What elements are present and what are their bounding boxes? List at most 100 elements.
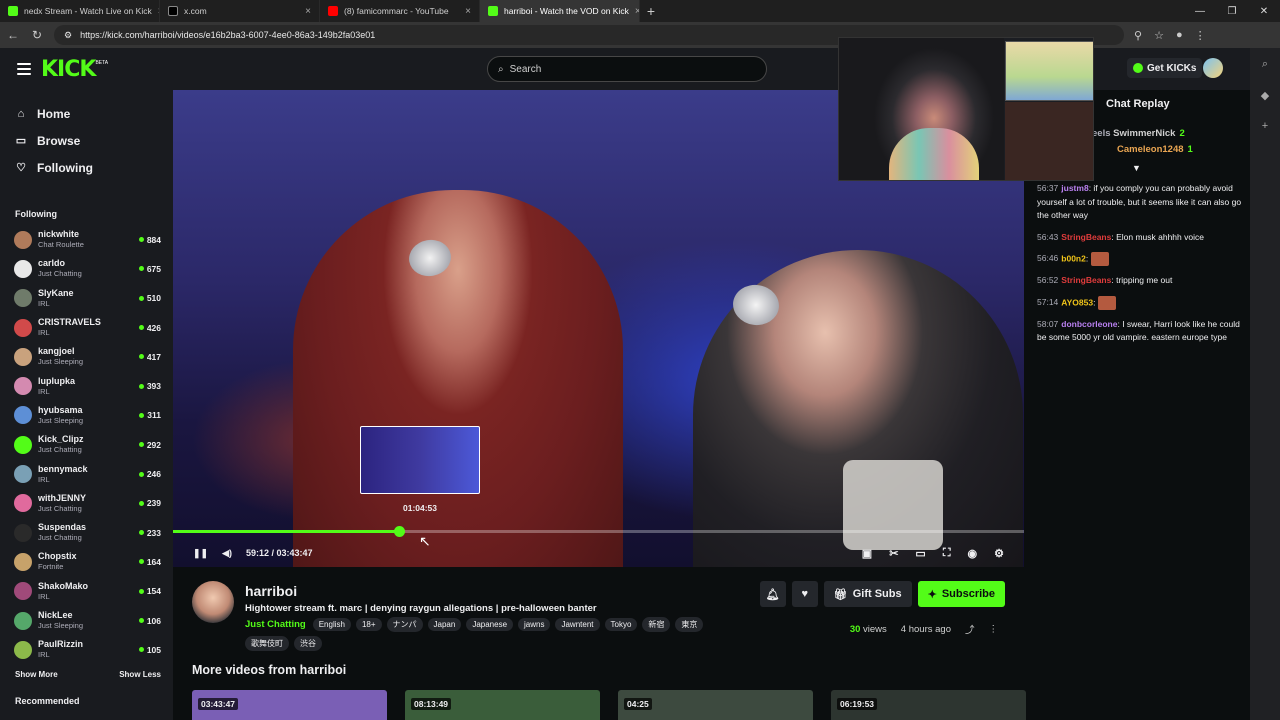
video-thumbnail[interactable]: 08:13:49 [405,690,600,720]
video-tag[interactable]: Japan [427,618,462,631]
maximize-icon[interactable]: ❐ [1216,0,1248,22]
viewer-count: 675 [139,264,161,274]
message-username[interactable]: AYO853 [1061,297,1093,307]
heart-icon: ♡ [16,162,26,174]
kick-logo[interactable]: KICK [41,57,96,82]
back-icon[interactable]: ← [6,28,20,42]
seek-bar[interactable] [173,526,1024,537]
message-username[interactable]: StringBeans [1061,275,1111,285]
video-tag[interactable]: 新宿 [642,617,671,632]
sidebar-channel-item[interactable]: PaulRizzin IRL 105 [0,635,173,664]
nav-home[interactable]: ⌂ Home [15,100,173,127]
channel-name[interactable]: harriboi [245,583,297,599]
category-link[interactable]: Just Chatting [245,619,306,630]
sidebar-channel-item[interactable]: carldo Just Chatting 675 [0,254,173,283]
side-search-icon[interactable]: ⌕ [1262,58,1268,71]
gifter-name[interactable]: SwimmerNick [1113,128,1175,139]
message-username[interactable]: justm8 [1061,183,1088,193]
sidebar-channel-item[interactable]: Chopstix Fortnite 164 [0,547,173,576]
reload-icon[interactable]: ↻ [30,28,44,42]
browser-tab[interactable]: x.com × [160,0,320,22]
menu-icon[interactable]: ⋮ [1195,29,1206,42]
side-add-icon[interactable]: + [1262,120,1268,132]
video-tag[interactable]: 18+ [355,618,382,631]
theater-mode-icon[interactable]: ▭ [915,547,925,560]
video-tag[interactable]: ナンパ [386,617,423,632]
extension-icon[interactable]: ⚲ [1134,29,1142,42]
message-username[interactable]: donbcorleone [1061,319,1117,329]
close-tab-icon[interactable]: × [465,6,471,17]
new-tab-button[interactable]: + [640,0,662,22]
sidebar-channel-item[interactable]: CRISTRAVELS IRL 426 [0,313,173,342]
sidebar-channel-item[interactable]: bennymack IRL 246 [0,459,173,488]
show-more-button[interactable]: Show More [15,670,58,684]
sidebar-channel-item[interactable]: SlyKane IRL 510 [0,284,173,313]
message-username[interactable]: b00n2 [1061,253,1086,263]
subscribe-button[interactable]: ✦ Subscribe [917,581,1005,607]
show-less-button[interactable]: Show Less [119,670,161,684]
sidebar-channel-item[interactable]: Kick_Clipz Just Chatting 292 [0,430,173,459]
site-info-icon[interactable]: ⚙ [64,30,72,41]
follow-heart-button[interactable]: ♥ [791,581,818,607]
gifter-name[interactable]: Cameleon1248 [1117,144,1184,155]
chat-title: Chat Replay [1106,98,1170,110]
channel-text: hyubsama Just Sleeping [38,405,83,426]
sidebar-channel-item[interactable]: NickLee Just Sleeping 106 [0,606,173,635]
video-tag[interactable]: Tokyo [604,618,638,631]
bookmark-icon[interactable]: ☆ [1154,29,1164,42]
clip-icon[interactable]: ✂ [889,547,898,560]
message-username[interactable]: StringBeans [1061,232,1111,242]
viewer-count: 393 [139,381,161,391]
user-avatar[interactable] [1203,58,1223,78]
video-tag[interactable]: 渋谷 [294,636,322,651]
expand-gifters-icon[interactable]: ▼ [1132,163,1141,173]
fullscreen-icon[interactable]: ⛶ [943,547,951,560]
video-tag[interactable]: Japanese [466,618,514,631]
left-sidebar: ⌂ Home ▭ Browse ♡ Following Following nickw… [0,90,173,720]
side-shopping-icon[interactable]: ◆ [1261,89,1269,102]
get-kicks-button[interactable]: Get KICKs [1127,58,1203,78]
miniplayer-icon[interactable]: ▣ [862,547,872,560]
browser-tab[interactable]: nedx Stream - Watch Live on Kick× [0,0,160,22]
minimize-icon[interactable]: — [1184,0,1216,22]
notification-bell-button[interactable]: 🔔︎ [759,581,786,607]
video-tag[interactable]: 東京 [675,617,704,632]
nav-following[interactable]: ♡ Following [15,154,173,181]
more-options-icon[interactable]: ⋮ [989,624,999,635]
pause-icon[interactable]: ❚❚ [193,548,208,559]
sidebar-channel-item[interactable]: Suspendas Just Chatting 233 [0,518,173,547]
video-tag[interactable]: jawns [518,618,551,631]
sidebar-channel-item[interactable]: hyubsama Just Sleeping 311 [0,401,173,430]
main-navigation: ⌂ Home ▭ Browse ♡ Following [0,90,173,181]
profile-icon[interactable]: ● [1176,29,1183,42]
video-tag[interactable]: English [312,618,351,631]
close-tab-icon[interactable]: × [305,6,311,17]
channel-category: IRL [38,298,50,308]
sidebar-channel-item[interactable]: ShakoMako IRL 154 [0,577,173,606]
playback-speed-icon[interactable]: ◉ [968,547,978,560]
settings-icon[interactable]: ⚙ [994,547,1004,560]
sidebar-channel-item[interactable]: kangjoel Just Sleeping 417 [0,342,173,371]
gift-subs-button[interactable]: 🎁︎ Gift Subs [823,581,912,607]
sidebar-channel-item[interactable]: withJENNY Just Chatting 239 [0,489,173,518]
video-thumbnail[interactable]: 04:25 [618,690,813,720]
sidebar-channel-item[interactable]: nickwhite Chat Roulette 884 [0,225,173,254]
hamburger-menu-icon[interactable] [17,63,31,75]
video-thumbnail[interactable]: 03:43:47 [192,690,387,720]
share-icon[interactable]: ⤴ [965,622,975,636]
browser-tab[interactable]: (8) famicommarc - YouTube × [320,0,480,22]
tab-title: harriboi - Watch the VOD on Kick [504,6,629,16]
channel-avatar[interactable] [192,581,234,623]
nav-browse[interactable]: ▭ Browse [15,127,173,154]
browser-tab-active[interactable]: harriboi - Watch the VOD on Kick× [480,0,640,22]
search-input[interactable]: ⌕ Search [487,56,767,82]
seek-preview-thumbnail [360,426,480,494]
close-window-icon[interactable]: ✕ [1248,0,1280,22]
viewer-count: 246 [139,469,161,479]
sidebar-channel-item[interactable]: luplupka IRL 393 [0,371,173,400]
video-tag[interactable]: 歌舞伎町 [245,636,289,651]
volume-icon[interactable]: ◀) [222,548,232,559]
video-thumbnail[interactable]: 06:19:53 [831,690,1026,720]
video-tag[interactable]: Jawntent [555,618,600,631]
channel-name: ShakoMako [38,580,89,591]
